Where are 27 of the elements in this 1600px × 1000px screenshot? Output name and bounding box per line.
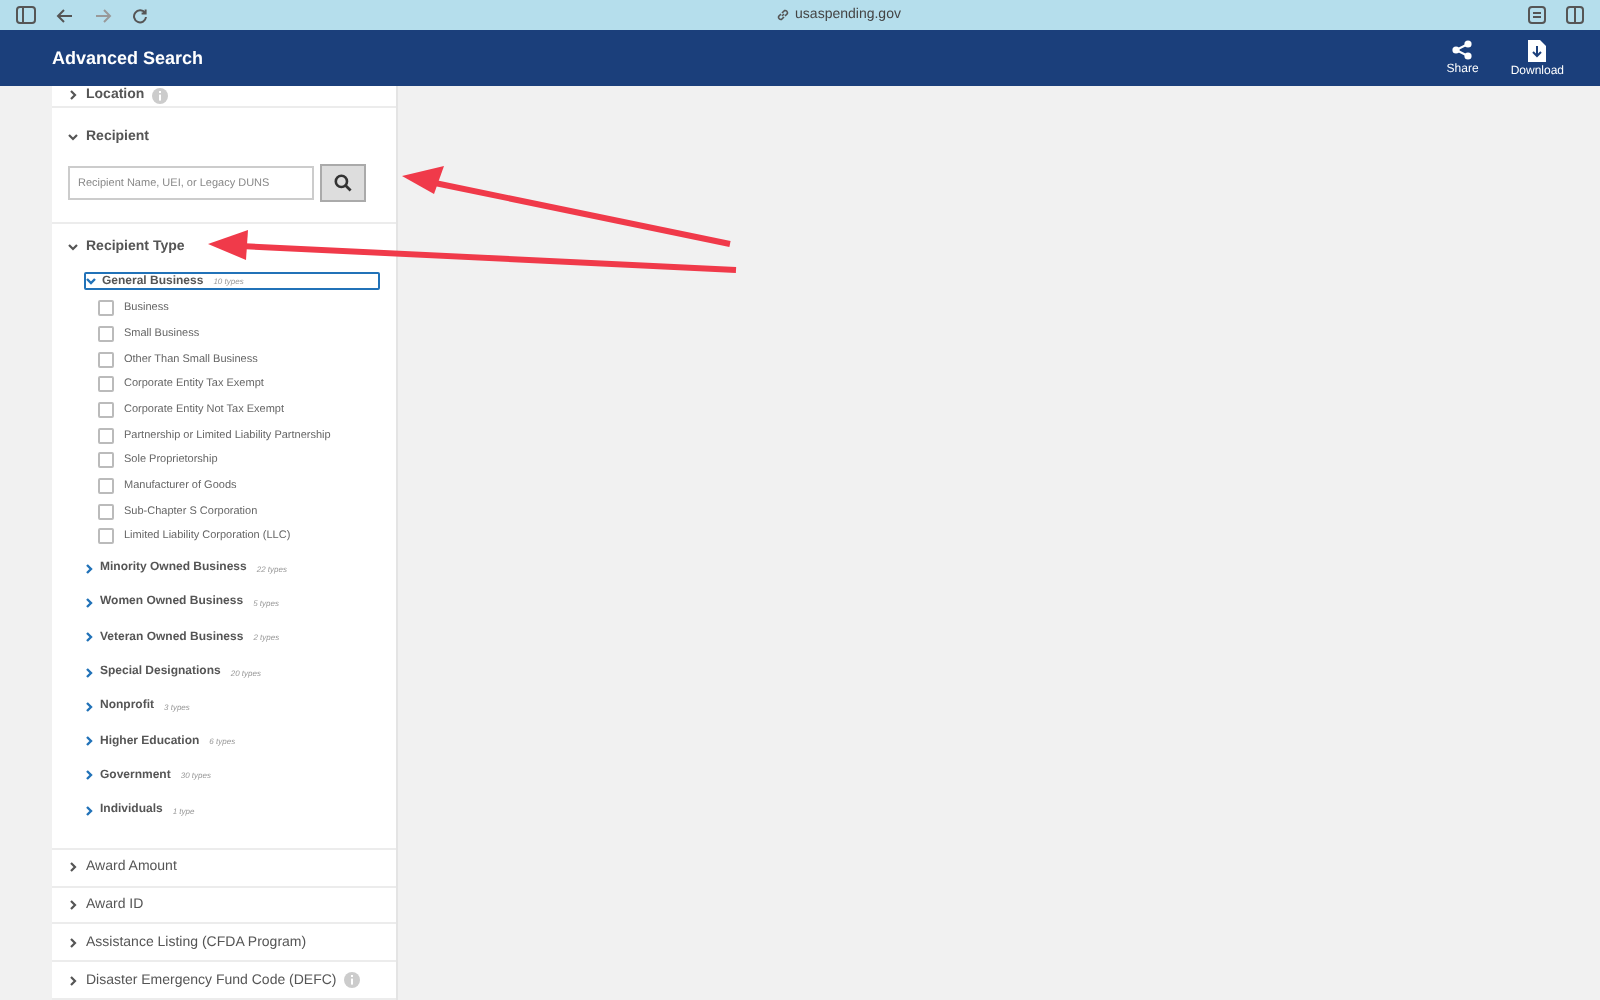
caret-icon (84, 597, 94, 608)
sidebar-icon[interactable] (16, 6, 36, 24)
caret-icon (68, 90, 78, 101)
caret-icon (86, 276, 96, 287)
caret-icon (68, 937, 78, 948)
caret-icon (68, 242, 78, 253)
caret-icon (84, 701, 94, 712)
caret-icon (84, 770, 94, 781)
split-view-icon[interactable] (1566, 6, 1584, 24)
download-file-icon (1528, 39, 1547, 61)
caret-icon (84, 667, 94, 678)
share-icon (1452, 39, 1473, 59)
back-icon[interactable] (56, 7, 74, 23)
page-title: Advanced Search (52, 48, 204, 68)
search-icon (334, 174, 352, 193)
caret-icon (84, 563, 94, 574)
caret-icon (68, 900, 78, 911)
reader-icon[interactable] (1528, 6, 1546, 24)
caret-icon (84, 805, 94, 816)
caret-icon (84, 632, 94, 643)
caret-icon (68, 132, 78, 143)
reload-icon[interactable] (132, 7, 148, 23)
link-icon (775, 8, 790, 22)
caret-icon (84, 736, 94, 747)
search-button[interactable] (320, 164, 366, 203)
caret-icon (68, 862, 78, 873)
caret-icon (68, 975, 78, 986)
